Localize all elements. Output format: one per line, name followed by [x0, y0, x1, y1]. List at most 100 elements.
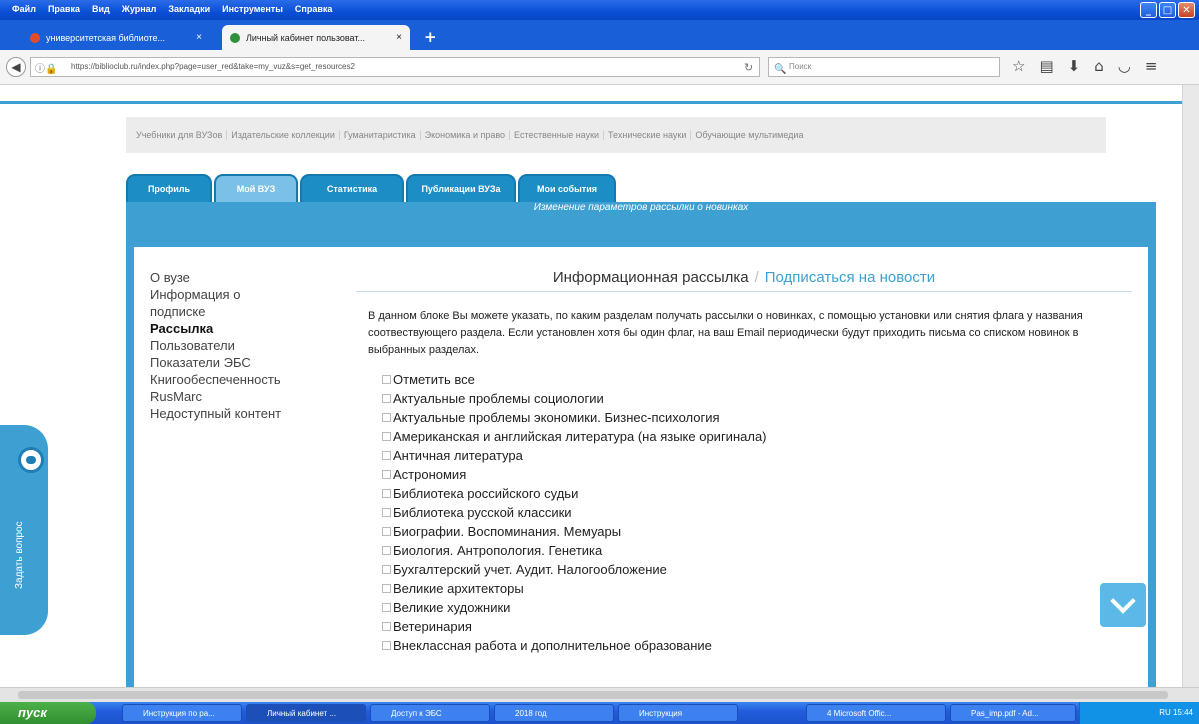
- new-tab-button[interactable]: +: [424, 28, 437, 46]
- start-button[interactable]: пуск: [0, 702, 96, 724]
- menu-bookmarks[interactable]: Закладки: [162, 2, 216, 16]
- tab-my-university[interactable]: Мой ВУЗ: [214, 174, 298, 202]
- sidenav-item-unavailable[interactable]: Недоступный контент: [150, 405, 340, 422]
- sidenav-item-ebs-stats[interactable]: Показатели ЭБС: [150, 354, 340, 371]
- section-checkbox[interactable]: [382, 413, 391, 422]
- tab-university-publications[interactable]: Публикации ВУЗа: [406, 174, 516, 202]
- taskbar-item[interactable]: Доступ к ЭБС: [370, 704, 490, 722]
- tab-university-library[interactable]: университетская библиоте... ×: [22, 25, 210, 50]
- sidenav-item-subscription-info-cont[interactable]: подписке: [150, 303, 340, 320]
- side-navigation: О вузе Информация о подписке Рассылка По…: [150, 269, 340, 422]
- tab-close-icon[interactable]: ×: [396, 32, 402, 43]
- section-checkbox[interactable]: [382, 622, 391, 631]
- category-link[interactable]: Гуманитаристика: [340, 130, 421, 140]
- minimize-button[interactable]: _: [1140, 2, 1157, 18]
- tab-my-events[interactable]: Мои события: [518, 174, 616, 202]
- taskbar-item[interactable]: 4 Microsoft Offic...: [806, 704, 946, 722]
- reload-icon[interactable]: ↻: [744, 61, 753, 74]
- category-link[interactable]: Обучающие мультимедиа: [691, 130, 807, 140]
- section-row[interactable]: Внеклассная работа и дополнительное обра…: [382, 636, 1132, 655]
- select-all-row[interactable]: Отметить все: [382, 370, 1132, 389]
- site-info-icon[interactable]: ⓘ🔒: [35, 61, 57, 76]
- taskbar-item[interactable]: Pas_imp.pdf - Ad...: [950, 704, 1076, 722]
- section-row[interactable]: Бухгалтерский учет. Аудит. Налогообложен…: [382, 560, 1132, 579]
- breadcrumb: Информационная рассылка / Подписаться на н…: [356, 269, 1132, 292]
- section-checkbox[interactable]: [382, 432, 391, 441]
- subscribe-news-link[interactable]: Подписаться на новости: [765, 269, 935, 286]
- menu-view[interactable]: Вид: [86, 2, 116, 16]
- pocket-icon[interactable]: ◡: [1118, 57, 1131, 75]
- tab-close-icon[interactable]: ×: [196, 32, 202, 43]
- section-row[interactable]: Античная литература: [382, 446, 1132, 465]
- menu-tools[interactable]: Инструменты: [216, 2, 289, 16]
- bookmarks-list-icon[interactable]: ▤: [1039, 57, 1053, 75]
- back-arrow-icon[interactable]: ◀: [6, 57, 26, 77]
- site-favicon-icon: [30, 32, 40, 43]
- scroll-down-button[interactable]: [1100, 583, 1146, 627]
- category-link[interactable]: Учебники для ВУЗов: [132, 130, 228, 140]
- close-button[interactable]: ✕: [1178, 2, 1195, 18]
- sidenav-item-mailing[interactable]: Рассылка: [150, 320, 340, 337]
- section-row[interactable]: Актуальные проблемы экономики. Бизнес-пс…: [382, 408, 1132, 427]
- menu-history[interactable]: Журнал: [116, 2, 163, 16]
- section-row[interactable]: Библиотека русской классики: [382, 503, 1132, 522]
- category-link[interactable]: Экономика и право: [421, 130, 511, 140]
- home-icon[interactable]: ⌂: [1094, 57, 1104, 75]
- section-label: Великие художники: [393, 600, 511, 615]
- section-label: Внеклассная работа и дополнительное обра…: [393, 638, 712, 653]
- scrollbar-thumb[interactable]: [18, 691, 1168, 699]
- tab-personal-cabinet[interactable]: Личный кабинет пользоват... ×: [222, 25, 410, 50]
- panel-body: О вузе Информация о подписке Рассылка По…: [134, 247, 1148, 687]
- sidenav-item-users[interactable]: Пользователи: [150, 337, 340, 354]
- category-link[interactable]: Технические науки: [604, 130, 692, 140]
- download-icon[interactable]: ⬇: [1068, 57, 1081, 75]
- address-bar[interactable]: ⓘ🔒 https://biblioclub.ru/index.php?page=…: [30, 57, 760, 77]
- section-checkbox[interactable]: [382, 546, 391, 555]
- section-checkbox[interactable]: [382, 527, 391, 536]
- section-row[interactable]: Библиотека российского судьи: [382, 484, 1132, 503]
- sidenav-item-about[interactable]: О вузе: [150, 269, 340, 286]
- section-checkbox[interactable]: [382, 470, 391, 479]
- select-all-checkbox[interactable]: [382, 375, 391, 384]
- section-checkbox[interactable]: [382, 584, 391, 593]
- window-titlebar: Файл Правка Вид Журнал Закладки Инструме…: [0, 0, 1199, 20]
- menu-bar: Файл Правка Вид Журнал Закладки Инструме…: [6, 2, 338, 16]
- maximize-button[interactable]: □: [1159, 2, 1176, 18]
- taskbar-item[interactable]: Инструкция: [618, 704, 738, 722]
- section-row[interactable]: Биология. Антропология. Генетика: [382, 541, 1132, 560]
- section-checkbox[interactable]: [382, 451, 391, 460]
- menu-hamburger-icon[interactable]: ≡: [1145, 57, 1158, 75]
- category-link[interactable]: Естественные науки: [510, 130, 605, 140]
- section-label: Античная литература: [393, 448, 523, 463]
- section-row[interactable]: Биографии. Воспоминания. Мемуары: [382, 522, 1132, 541]
- section-row[interactable]: Актуальные проблемы социологии: [382, 389, 1132, 408]
- sidenav-item-subscription-info[interactable]: Информация о: [150, 286, 340, 303]
- section-row[interactable]: Американская и английская литература (на…: [382, 427, 1132, 446]
- category-link[interactable]: Издательские коллекции: [227, 130, 340, 140]
- taskbar-item[interactable]: Инструкция по ра...: [122, 704, 242, 722]
- sidenav-item-book-supply[interactable]: Книгообеспеченность: [150, 371, 340, 388]
- menu-edit[interactable]: Правка: [42, 2, 86, 16]
- menu-file[interactable]: Файл: [6, 2, 42, 16]
- taskbar-item[interactable]: Личный кабинет ...: [246, 704, 366, 722]
- taskbar-item[interactable]: 2018 год: [494, 704, 614, 722]
- section-row[interactable]: Великие архитекторы: [382, 579, 1132, 598]
- section-checkbox[interactable]: [382, 565, 391, 574]
- vertical-scrollbar[interactable]: [1182, 85, 1199, 687]
- section-row[interactable]: Астрономия: [382, 465, 1132, 484]
- section-checkbox[interactable]: [382, 603, 391, 612]
- ask-question-widget[interactable]: Задать вопрос: [0, 425, 48, 635]
- tab-statistics[interactable]: Статистика: [300, 174, 404, 202]
- section-checkbox[interactable]: [382, 489, 391, 498]
- section-checkbox[interactable]: [382, 394, 391, 403]
- bookmark-star-icon[interactable]: ☆: [1012, 57, 1025, 75]
- section-row[interactable]: Великие художники: [382, 598, 1132, 617]
- menu-help[interactable]: Справка: [289, 2, 338, 16]
- sidenav-item-rusmarc[interactable]: RusMarc: [150, 388, 340, 405]
- section-row[interactable]: Ветеринария: [382, 617, 1132, 636]
- tab-profile[interactable]: Профиль: [126, 174, 212, 202]
- search-input[interactable]: 🔍 Поиск: [768, 57, 1000, 77]
- section-checkbox[interactable]: [382, 508, 391, 517]
- section-checkbox[interactable]: [382, 641, 391, 650]
- horizontal-scrollbar[interactable]: [0, 687, 1199, 703]
